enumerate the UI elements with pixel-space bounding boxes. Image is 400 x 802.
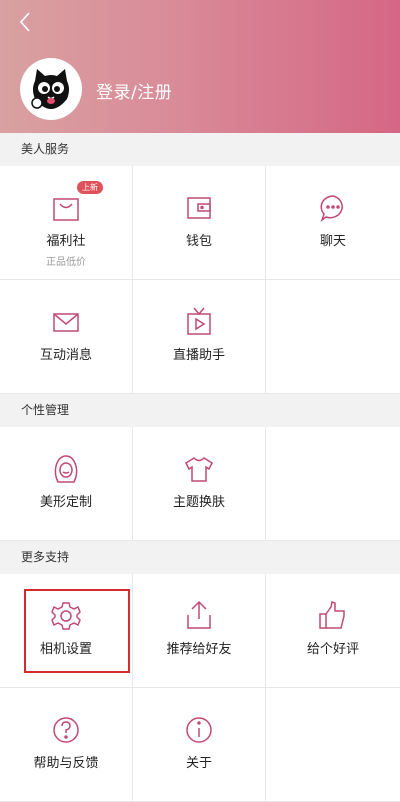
about-label: 关于 bbox=[185, 756, 212, 771]
camera-settings-label: 相机设置 bbox=[39, 642, 92, 657]
recommend-friends-button[interactable]: 推荐给好友 bbox=[133, 574, 266, 688]
info-icon bbox=[179, 710, 219, 750]
recommend-friends-label: 推荐给好友 bbox=[166, 642, 232, 657]
profile-header: 登录/注册 bbox=[0, 0, 400, 133]
empty-cell bbox=[266, 688, 400, 802]
live-assistant-button[interactable]: 直播助手 bbox=[133, 280, 266, 394]
section-title-personal-management: 个性管理 bbox=[0, 394, 400, 427]
cat-avatar-icon bbox=[31, 69, 69, 109]
welfare-club-label: 福利社 bbox=[46, 234, 86, 249]
section-title-more-support: 更多支持 bbox=[0, 541, 400, 574]
theme-skin-label: 主题换肤 bbox=[172, 495, 225, 510]
empty-cell bbox=[266, 280, 400, 394]
help-feedback-button[interactable]: 帮助与反馈 bbox=[0, 688, 133, 802]
empty-cell bbox=[266, 427, 400, 541]
avatar[interactable] bbox=[20, 58, 82, 120]
face-icon bbox=[46, 449, 86, 489]
bag-icon bbox=[46, 188, 86, 228]
theme-skin-button[interactable]: 主题换肤 bbox=[133, 427, 266, 541]
help-feedback-label: 帮助与反馈 bbox=[33, 756, 99, 771]
personal-management-grid: 美形定制 主题换肤 bbox=[0, 427, 400, 541]
section-title-beauty-services: 美人服务 bbox=[0, 133, 400, 166]
beauty-services-grid: 上新 福利社 正品低价 钱包 聊天 互动消息 直播助手 bbox=[0, 166, 400, 394]
about-button[interactable]: 关于 bbox=[133, 688, 266, 802]
beauty-custom-button[interactable]: 美形定制 bbox=[0, 427, 133, 541]
tv-play-icon bbox=[179, 302, 219, 342]
wallet-label: 钱包 bbox=[185, 234, 212, 249]
interaction-messages-label: 互动消息 bbox=[39, 348, 92, 363]
chat-label: 聊天 bbox=[319, 234, 346, 249]
thumbs-up-icon bbox=[313, 596, 353, 636]
back-arrow-icon[interactable] bbox=[12, 8, 40, 36]
gear-icon bbox=[46, 596, 86, 636]
chat-bubble-icon bbox=[313, 188, 353, 228]
welfare-club-button[interactable]: 上新 福利社 正品低价 bbox=[0, 166, 133, 280]
new-badge: 上新 bbox=[77, 181, 103, 194]
rate-app-button[interactable]: 给个好评 bbox=[266, 574, 400, 688]
more-support-grid: 相机设置 推荐给好友 给个好评 帮助与反馈 关于 bbox=[0, 574, 400, 802]
wallet-icon bbox=[179, 188, 219, 228]
welfare-club-subtitle: 正品低价 bbox=[46, 257, 86, 268]
interaction-messages-button[interactable]: 互动消息 bbox=[0, 280, 133, 394]
wallet-button[interactable]: 钱包 bbox=[133, 166, 266, 280]
beauty-custom-label: 美形定制 bbox=[39, 495, 92, 510]
login-register-link[interactable]: 登录/注册 bbox=[96, 78, 172, 103]
envelope-icon bbox=[46, 302, 86, 342]
camera-settings-button[interactable]: 相机设置 bbox=[0, 574, 133, 688]
help-icon bbox=[46, 710, 86, 750]
live-assistant-label: 直播助手 bbox=[172, 348, 225, 363]
share-icon bbox=[179, 596, 219, 636]
shirt-icon bbox=[179, 449, 219, 489]
chat-button[interactable]: 聊天 bbox=[266, 166, 400, 280]
rate-app-label: 给个好评 bbox=[306, 642, 359, 657]
